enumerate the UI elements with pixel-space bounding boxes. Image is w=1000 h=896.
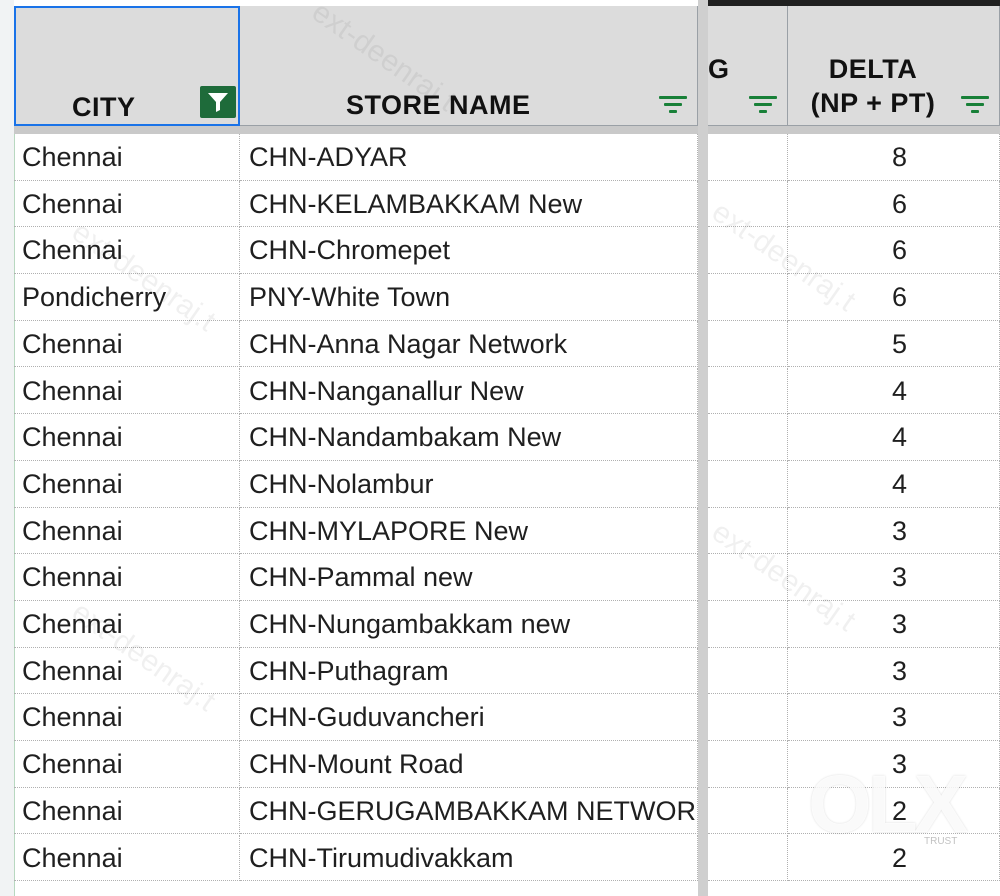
store-name-cell[interactable]: CHN-KELAMBAKKAM New (240, 180, 698, 228)
column-header-g[interactable]: G (708, 6, 788, 126)
funnel-icon (208, 93, 228, 112)
delta-cell[interactable]: 6 (788, 274, 1000, 321)
store-name-cell[interactable]: CHN-Pammal new (240, 554, 698, 601)
table-row: Chennai CHN-Nungambakkam new 3 (14, 601, 1000, 648)
store-name-cell[interactable]: CHN-Guduvancheri (240, 694, 698, 742)
delta-cell[interactable]: 3 (788, 647, 1000, 695)
delta-cell[interactable]: 5 (788, 320, 1000, 368)
store-name-cell[interactable]: CHN-Nanganallur New (240, 367, 698, 415)
g-cell[interactable] (708, 367, 788, 415)
table-row: Chennai CHN-Pammal new 3 (14, 554, 1000, 601)
table-row: Chennai CHN-GERUGAMBAKKAM NETWORK 2 (14, 787, 1000, 835)
city-cell[interactable]: Chennai (14, 507, 240, 555)
store-name-cell[interactable]: CHN-Mount Road (240, 741, 698, 788)
g-cell[interactable] (708, 460, 788, 508)
store-name-cell[interactable]: CHN-Nolambur (240, 460, 698, 508)
column-header-delta[interactable]: DELTA (NP + PT) (788, 6, 1000, 126)
store-header-label: STORE NAME (346, 90, 531, 120)
column-header-city[interactable]: CITY (14, 6, 240, 126)
row-header-gutter[interactable] (0, 0, 15, 896)
delta-cell[interactable]: 6 (788, 180, 1000, 228)
store-name-cell[interactable]: CHN-ADYAR (240, 134, 698, 181)
delta-cell[interactable]: 3 (788, 694, 1000, 742)
delta-cell[interactable]: 2 (788, 787, 1000, 835)
filter-icon[interactable] (960, 94, 990, 116)
g-cell[interactable] (708, 180, 788, 228)
g-cell[interactable] (708, 741, 788, 788)
table-row: Chennai CHN-Guduvancheri 3 (14, 694, 1000, 742)
city-cell[interactable]: Chennai (14, 460, 240, 508)
g-cell[interactable] (708, 414, 788, 461)
g-cell[interactable] (708, 647, 788, 695)
store-name-cell[interactable]: PNY-White Town (240, 274, 698, 321)
delta-cell[interactable]: 3 (788, 601, 1000, 648)
table-row: Chennai CHN-MYLAPORE New 3 (14, 507, 1000, 555)
filter-icon[interactable] (658, 94, 688, 116)
city-cell[interactable]: Chennai (14, 694, 240, 742)
delta-cell[interactable]: 3 (788, 507, 1000, 555)
table-row: Chennai CHN-Nanganallur New 4 (14, 367, 1000, 415)
city-cell[interactable]: Chennai (14, 834, 240, 882)
store-name-cell[interactable]: CHN-Nungambakkam new (240, 601, 698, 648)
city-cell[interactable]: Chennai (14, 180, 240, 228)
city-cell[interactable]: Chennai (14, 367, 240, 415)
table-row: Chennai CHN-KELAMBAKKAM New 6 (14, 180, 1000, 228)
g-cell[interactable] (708, 834, 788, 882)
delta-cell[interactable]: 4 (788, 460, 1000, 508)
g-header-label: G (708, 54, 730, 84)
table-row: Chennai CHN-Tirumudivakkam 2 (14, 834, 1000, 882)
delta-cell[interactable]: 4 (788, 414, 1000, 461)
store-name-cell[interactable]: CHN-Anna Nagar Network (240, 320, 698, 368)
filter-active-icon[interactable] (200, 86, 236, 118)
store-name-cell[interactable]: CHN-Chromepet (240, 227, 698, 275)
spreadsheet: CITY STORE NAME G DELTA (NP + PT) Chenna… (0, 0, 1000, 896)
city-cell[interactable]: Chennai (14, 601, 240, 648)
g-cell[interactable] (708, 320, 788, 368)
store-name-cell[interactable]: CHN-GERUGAMBAKKAM NETWORK (240, 787, 698, 835)
table-row: Chennai CHN-ADYAR 8 (14, 134, 1000, 181)
delta-cell[interactable]: 8 (788, 134, 1000, 181)
city-cell[interactable]: Chennai (14, 414, 240, 461)
city-cell[interactable]: Chennai (14, 320, 240, 368)
table-row: Pondicherry PNY-White Town 6 (14, 274, 1000, 321)
city-cell[interactable]: Chennai (14, 227, 240, 275)
column-header-store-name[interactable]: STORE NAME (240, 6, 698, 126)
city-cell[interactable]: Chennai (14, 134, 240, 181)
delta-cell[interactable]: 2 (788, 834, 1000, 882)
frozen-row-divider[interactable] (14, 126, 1000, 134)
g-cell[interactable] (708, 694, 788, 742)
g-cell[interactable] (708, 507, 788, 555)
table-row: Chennai CHN-Anna Nagar Network 5 (14, 320, 1000, 368)
delta-cell[interactable]: 3 (788, 741, 1000, 788)
delta-cell[interactable]: 6 (788, 227, 1000, 275)
filter-icon[interactable] (748, 94, 778, 116)
g-cell[interactable] (708, 787, 788, 835)
g-cell[interactable] (708, 227, 788, 275)
city-cell[interactable]: Chennai (14, 647, 240, 695)
table-row: Chennai CHN-Chromepet 6 (14, 227, 1000, 275)
delta-cell[interactable]: 3 (788, 554, 1000, 601)
frozen-column-divider[interactable] (698, 0, 708, 896)
store-name-cell[interactable]: CHN-Puthagram (240, 647, 698, 695)
g-cell[interactable] (708, 554, 788, 601)
store-name-cell[interactable]: CHN-Tirumudivakkam (240, 834, 698, 882)
store-name-cell[interactable]: CHN-Nandambakam New (240, 414, 698, 461)
city-cell[interactable]: Chennai (14, 741, 240, 788)
table-row: Chennai CHN-Mount Road 3 (14, 741, 1000, 788)
store-name-cell[interactable]: CHN-MYLAPORE New (240, 507, 698, 555)
city-header-label: CITY (72, 92, 136, 122)
g-cell[interactable] (708, 601, 788, 648)
delta-cell[interactable]: 4 (788, 367, 1000, 415)
city-cell[interactable]: Chennai (14, 554, 240, 601)
delta-header-label: DELTA (NP + PT) (810, 54, 936, 118)
table-row: Chennai CHN-Nolambur 4 (14, 460, 1000, 508)
city-cell[interactable]: Chennai (14, 787, 240, 835)
city-cell[interactable]: Pondicherry (14, 274, 240, 321)
g-cell[interactable] (708, 134, 788, 181)
table-row: Chennai CHN-Puthagram 3 (14, 647, 1000, 695)
table-row: Chennai CHN-Nandambakam New 4 (14, 414, 1000, 461)
g-cell[interactable] (708, 274, 788, 321)
